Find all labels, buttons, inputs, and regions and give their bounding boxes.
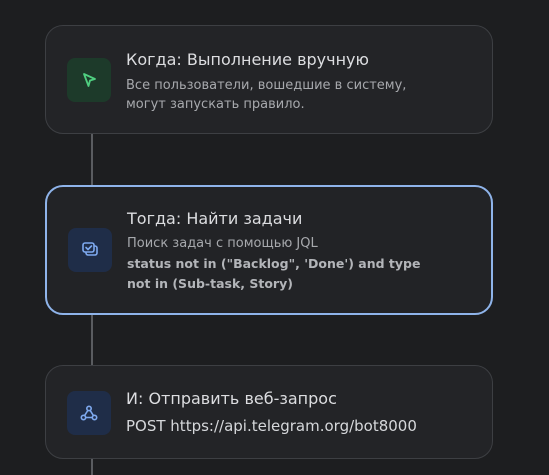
find-issues-icon-tile: [68, 228, 112, 272]
cursor-icon: [83, 73, 96, 87]
web-request-title: И: Отправить веб-запрос: [126, 389, 337, 408]
jql-query-line2: not in (Sub-task, Story): [127, 276, 293, 291]
flow-connector-3: [91, 458, 93, 475]
trigger-description-line1: Все пользователи, вошедшие в систему,: [126, 78, 407, 93]
flow-connector-1: [91, 133, 93, 186]
trigger-card-manual[interactable]: Когда: Выполнение вручную Все пользовате…: [45, 25, 493, 134]
trigger-icon-tile: [67, 58, 111, 102]
webhook-icon: [80, 405, 98, 421]
web-request-url: POST https://api.telegram.org/bot8000: [126, 417, 417, 435]
trigger-title: Когда: Выполнение вручную: [126, 50, 369, 69]
find-issues-title: Тогда: Найти задачи: [127, 209, 303, 228]
issues-icon: [82, 242, 98, 256]
action-card-find-issues[interactable]: Тогда: Найти задачи Поиск задач с помощь…: [45, 185, 493, 315]
jql-query-line1: status not in ("Backlog", 'Done') and ty…: [127, 256, 421, 271]
trigger-description-line2: могут запускать правило.: [126, 97, 305, 112]
action-card-send-web-request[interactable]: И: Отправить веб-запрос POST https://api…: [45, 365, 493, 459]
flow-connector-2: [91, 314, 93, 365]
find-issues-description: Поиск задач с помощью JQL: [127, 236, 318, 251]
webhook-icon-tile: [67, 391, 111, 435]
